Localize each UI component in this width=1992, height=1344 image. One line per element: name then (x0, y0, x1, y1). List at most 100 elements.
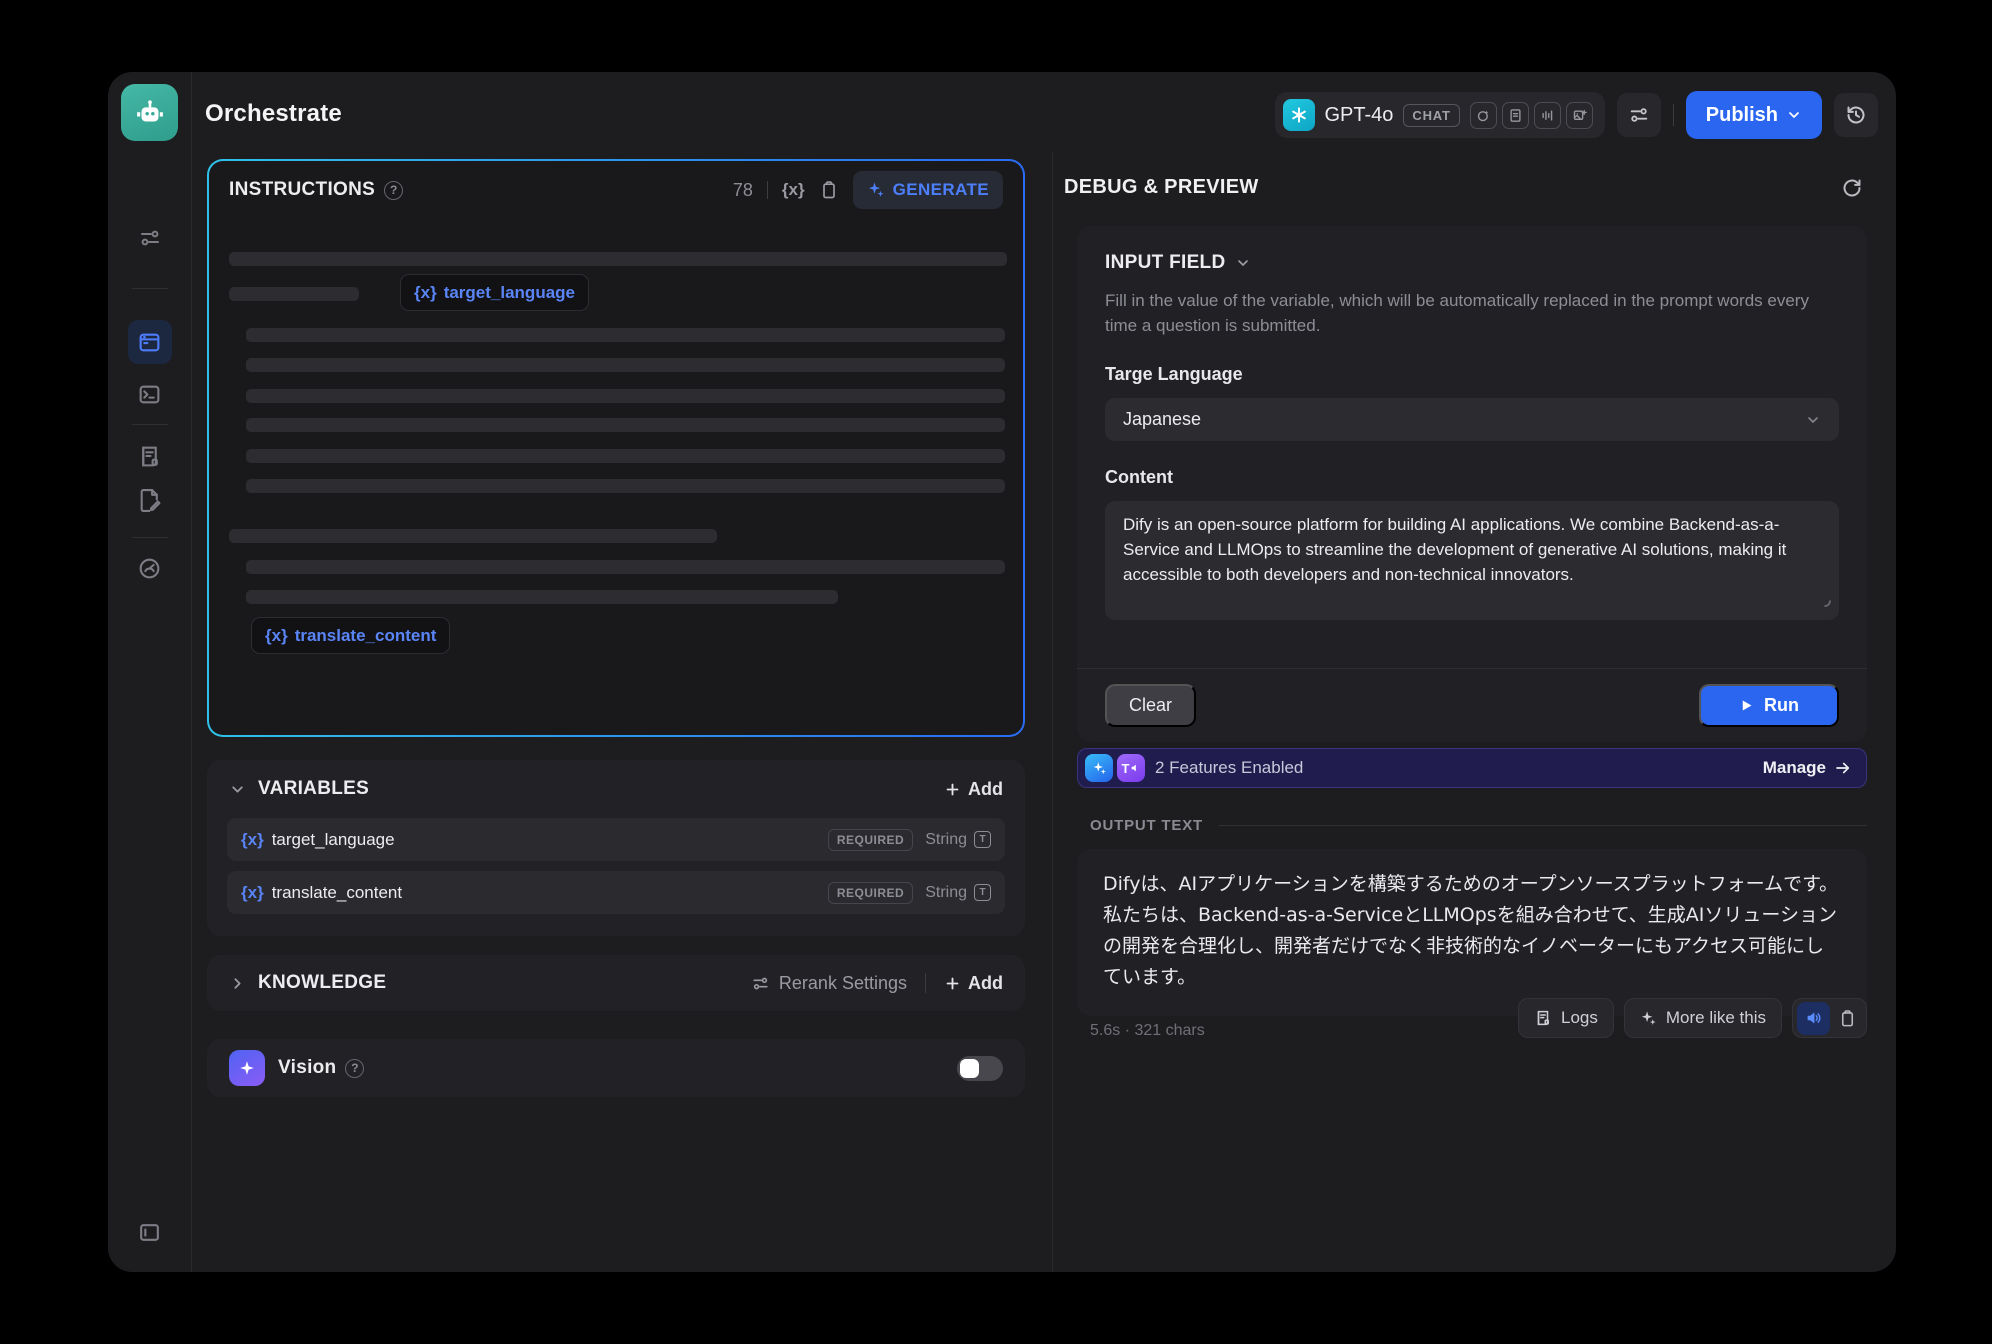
prompt-skeleton-line (246, 418, 1005, 432)
toggle-knob (960, 1059, 979, 1078)
speaker-button[interactable] (1797, 1002, 1830, 1035)
features-enabled-label: 2 Features Enabled (1155, 758, 1303, 778)
rerank-settings-button[interactable]: Rerank Settings (751, 973, 907, 994)
instructions-header: INSTRUCTIONS ? 78 {x} GENERATE (209, 161, 1023, 219)
variable-chip-translate-content[interactable]: {x} translate_content (251, 617, 450, 654)
vision-toggle[interactable] (957, 1056, 1003, 1081)
manage-features-button[interactable]: Manage (1763, 758, 1852, 778)
play-icon (1739, 698, 1754, 713)
variable-glyph: {x} (241, 830, 264, 850)
sidebar-item-api[interactable] (128, 372, 172, 416)
version-history-button[interactable] (1834, 93, 1878, 137)
variable-chip-target-language[interactable]: {x} target_language (400, 274, 589, 311)
topbar-actions: GPT-4o CHAT Publish (1275, 92, 1879, 138)
input-card-footer: Clear Run (1077, 668, 1867, 742)
model-parameters-button[interactable] (1617, 93, 1661, 137)
sparkle-icon (867, 181, 885, 199)
variable-glyph: {x} (414, 283, 437, 303)
generate-label: GENERATE (893, 180, 989, 200)
insert-variable-icon[interactable]: {x} (782, 180, 805, 200)
logs-button[interactable]: Logs (1518, 998, 1614, 1038)
instructions-panel: INSTRUCTIONS ? 78 {x} GENERATE {x} (207, 159, 1025, 737)
add-label: Add (968, 779, 1003, 800)
run-label: Run (1764, 695, 1799, 716)
publish-button[interactable]: Publish (1686, 91, 1822, 139)
variable-row-translate-content[interactable]: {x} translate_content REQUIRED StringT (227, 871, 1005, 914)
target-language-select[interactable]: Japanese (1105, 398, 1839, 441)
openai-logo-icon (1283, 99, 1315, 131)
audio-capability-icon (1534, 102, 1561, 129)
prompt-skeleton-line (246, 560, 1005, 574)
generation-feature-icon (1085, 754, 1113, 782)
divider (925, 973, 926, 993)
collapse-sidebar-icon[interactable] (128, 1210, 172, 1254)
prompt-skeleton-line (246, 590, 838, 604)
copy-icon[interactable] (819, 180, 839, 200)
sidebar-item-monitoring[interactable] (128, 546, 172, 590)
variables-section: VARIABLES Add {x} target_language REQUIR… (207, 760, 1025, 936)
more-like-this-button[interactable]: More like this (1624, 998, 1782, 1038)
output-text-label: OUTPUT TEXT (1090, 817, 1203, 834)
prompt-skeleton-line (246, 449, 1005, 463)
more-like-this-label: More like this (1666, 1008, 1766, 1028)
input-field-header[interactable]: INPUT FIELD (1105, 252, 1839, 274)
knowledge-title: KNOWLEDGE (258, 972, 386, 994)
panel-divider (1052, 152, 1053, 1272)
output-stats: 5.6s · 321 chars (1090, 1022, 1205, 1040)
run-button[interactable]: Run (1699, 684, 1839, 727)
prompt-skeleton-line (229, 529, 717, 543)
plus-icon (944, 975, 961, 992)
chevron-down-icon (1235, 255, 1251, 271)
divider (767, 181, 768, 199)
prompt-skeleton-line (246, 328, 1005, 342)
variable-row-target-language[interactable]: {x} target_language REQUIRED StringT (227, 818, 1005, 861)
model-selector[interactable]: GPT-4o CHAT (1275, 92, 1605, 138)
sidebar-item-logs[interactable] (128, 434, 172, 478)
knowledge-section: KNOWLEDGE Rerank Settings Add (207, 955, 1025, 1011)
document-capability-icon (1502, 102, 1529, 129)
orchestrate-settings-icon[interactable] (128, 216, 172, 260)
sidebar-item-annotations[interactable] (128, 478, 172, 522)
prompt-skeleton-line (229, 252, 1007, 266)
sidebar-divider (132, 537, 168, 538)
help-icon[interactable]: ? (345, 1059, 364, 1078)
page-title: Orchestrate (205, 100, 342, 128)
prompt-skeleton-line (246, 389, 1005, 403)
topbar-divider (1673, 104, 1674, 126)
robot-icon (133, 96, 167, 130)
history-icon (1844, 103, 1868, 127)
model-capabilities (1470, 102, 1593, 129)
tts-glyph: T (1122, 761, 1130, 776)
chevron-down-icon[interactable] (229, 781, 246, 798)
clipboard-icon (1838, 1009, 1857, 1028)
refresh-icon (1840, 176, 1864, 200)
add-knowledge-button[interactable]: Add (944, 973, 1003, 994)
logs-icon (1534, 1009, 1552, 1027)
clear-button[interactable]: Clear (1105, 684, 1196, 727)
copy-output-button[interactable] (1838, 1009, 1857, 1028)
help-icon[interactable]: ? (384, 181, 403, 200)
debug-preview-title: DEBUG & PREVIEW (1064, 176, 1259, 199)
resize-corner-icon[interactable] (1819, 589, 1831, 614)
content-textarea[interactable]: Dify is an open-source platform for buil… (1105, 501, 1839, 620)
input-field-card: INPUT FIELD Fill in the value of the var… (1077, 226, 1867, 742)
variable-chip-label: translate_content (295, 626, 437, 646)
add-variable-button[interactable]: Add (944, 779, 1003, 800)
sidebar-item-orchestrate[interactable] (128, 320, 172, 364)
required-badge: REQUIRED (828, 829, 913, 851)
target-language-value: Japanese (1123, 409, 1201, 430)
app-logo[interactable] (121, 84, 178, 141)
variable-type: String (925, 884, 967, 902)
features-bar[interactable]: T 2 Features Enabled Manage (1077, 748, 1867, 788)
reset-conversation-button[interactable] (1834, 170, 1870, 206)
prompt-skeleton-line (246, 358, 1005, 372)
variable-glyph: {x} (241, 883, 264, 903)
sidebar-divider (132, 288, 168, 289)
speaker-icon (1805, 1009, 1823, 1027)
chevron-right-icon[interactable] (229, 975, 246, 992)
variable-glyph: {x} (265, 626, 288, 646)
sparkle-icon (1640, 1010, 1657, 1027)
vision-title: Vision (278, 1057, 336, 1079)
generate-button[interactable]: GENERATE (853, 171, 1003, 209)
sidebar (108, 72, 192, 1272)
